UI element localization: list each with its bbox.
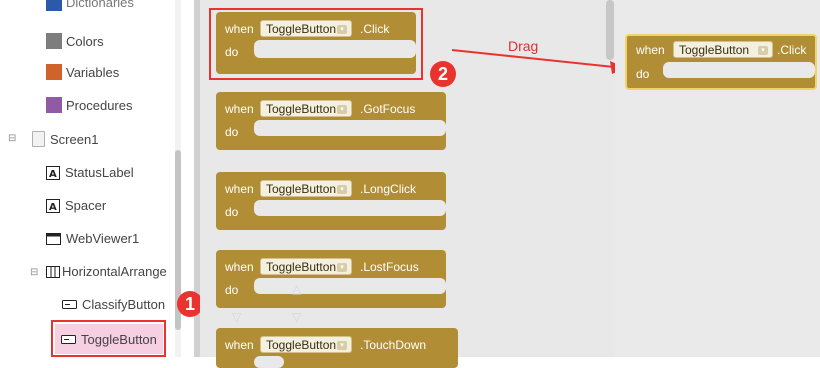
tree-item-label: Dictionaries	[66, 0, 134, 10]
block-do-label: do	[225, 125, 239, 139]
tree-item-spacer[interactable]: A Spacer	[46, 198, 106, 213]
click-block-highlight-box	[209, 8, 423, 80]
do-statement-slot[interactable]	[254, 200, 446, 216]
tree-item-togglebutton[interactable]: ToggleButton	[55, 324, 163, 354]
dropdown-arrow-icon: ▾	[758, 46, 768, 55]
tree-item-statuslabel[interactable]: A StatusLabel	[46, 165, 134, 180]
tree-item-dictionaries[interactable]: Dictionaries	[46, 0, 134, 14]
tree-item-screen1[interactable]: Screen1	[32, 131, 98, 147]
do-statement-slot[interactable]	[254, 356, 284, 368]
tree-item-label: HorizontalArrange	[62, 264, 167, 279]
tree-item-colors[interactable]: Colors	[46, 33, 104, 49]
component-name: ToggleButton	[266, 260, 337, 274]
component-dropdown[interactable]: ToggleButton ▾	[260, 180, 352, 197]
block-when-label: when	[225, 102, 254, 116]
block-event-label: .GotFocus	[360, 102, 416, 116]
event-block-touchdown[interactable]: when ToggleButton ▾ .TouchDown	[216, 328, 458, 368]
tree-item-label: StatusLabel	[65, 165, 134, 180]
block-event-label: .LostFocus	[360, 260, 419, 274]
component-dropdown[interactable]: ToggleButton ▾	[260, 336, 352, 353]
svg-text:A: A	[49, 202, 57, 213]
variables-swatch-icon	[46, 64, 62, 80]
dictionaries-swatch-icon	[46, 0, 62, 11]
component-dropdown[interactable]: ToggleButton ▾	[260, 258, 352, 275]
block-when-label: when	[225, 260, 254, 274]
event-block-lostfocus[interactable]: when ToggleButton ▾ .LostFocus do	[216, 250, 446, 308]
tree-item-label: Screen1	[50, 131, 99, 147]
tree-item-webviewer1[interactable]: WebViewer1	[46, 231, 139, 246]
block-event-label: .LongClick	[360, 182, 417, 196]
dropdown-arrow-icon: ▾	[337, 341, 347, 350]
tree-item-label: ClassifyButton	[82, 297, 166, 312]
button-icon	[62, 300, 77, 309]
dropdown-arrow-icon: ▾	[337, 263, 347, 272]
label-icon: A	[46, 165, 60, 180]
tree-item-label: Spacer	[65, 198, 107, 213]
do-statement-slot[interactable]	[254, 120, 446, 136]
screen-icon	[32, 131, 45, 147]
event-block-longclick[interactable]: when ToggleButton ▾ .LongClick do	[216, 172, 446, 230]
block-event-label: .Click	[777, 43, 807, 57]
webviewer-icon	[46, 232, 61, 245]
tree-item-procedures[interactable]: Procedures	[46, 97, 132, 113]
tree-item-variables[interactable]: Variables	[46, 64, 119, 80]
tree-item-classifybutton[interactable]: ClassifyButton	[62, 297, 165, 312]
component-dropdown[interactable]: ToggleButton ▾	[260, 100, 352, 117]
colors-swatch-icon	[46, 33, 62, 49]
component-name: ToggleButton	[679, 43, 750, 57]
svg-text:A: A	[49, 169, 57, 180]
block-when-label: when	[225, 338, 254, 352]
component-name: ToggleButton	[266, 182, 337, 196]
workspace-down-arrow-icon: ▽	[232, 310, 242, 324]
component-name: ToggleButton	[266, 338, 337, 352]
collapse-toggle-icon[interactable]: ⊟	[8, 133, 16, 144]
do-statement-slot[interactable]	[663, 62, 815, 78]
event-block-gotfocus[interactable]: when ToggleButton ▾ .GotFocus do	[216, 92, 446, 150]
block-do-label: do	[225, 283, 239, 297]
horizontal-arrangement-icon	[46, 265, 60, 278]
button-icon	[61, 334, 76, 344]
dragged-event-block-click[interactable]: when ToggleButton ▾ .Click do	[625, 34, 817, 90]
block-do-label: do	[636, 67, 650, 81]
dropdown-arrow-icon: ▾	[337, 185, 347, 194]
tree-item-label: ToggleButton	[81, 331, 157, 347]
tree-item-label: Variables	[66, 64, 120, 80]
tree-item-label: Procedures	[66, 97, 133, 113]
component-dropdown[interactable]: ToggleButton ▾	[673, 41, 773, 58]
tree-item-label: Colors	[66, 33, 104, 49]
workspace-up-arrow-icon: △	[292, 282, 302, 296]
do-statement-slot[interactable]	[254, 278, 446, 294]
tree-item-horizontalarrangement[interactable]: HorizontalArrange	[46, 264, 167, 279]
blocks-tree-panel: Dictionaries Colors Variables Procedures…	[0, 0, 200, 357]
block-when-label: when	[225, 182, 254, 196]
block-do-label: do	[225, 205, 239, 219]
workspace-down-arrow-icon: ▽	[292, 310, 302, 324]
collapse-toggle-icon[interactable]: ⊟	[30, 267, 38, 278]
drag-arrow-icon	[451, 49, 626, 74]
block-when-label: when	[636, 43, 665, 57]
dropdown-arrow-icon: ▾	[337, 105, 347, 114]
drag-label: Drag	[508, 38, 539, 54]
tree-item-label: WebViewer1	[66, 231, 140, 246]
component-name: ToggleButton	[266, 102, 337, 116]
label-icon: A	[46, 198, 60, 213]
block-event-label: .TouchDown	[360, 338, 427, 352]
procedures-swatch-icon	[46, 97, 62, 113]
